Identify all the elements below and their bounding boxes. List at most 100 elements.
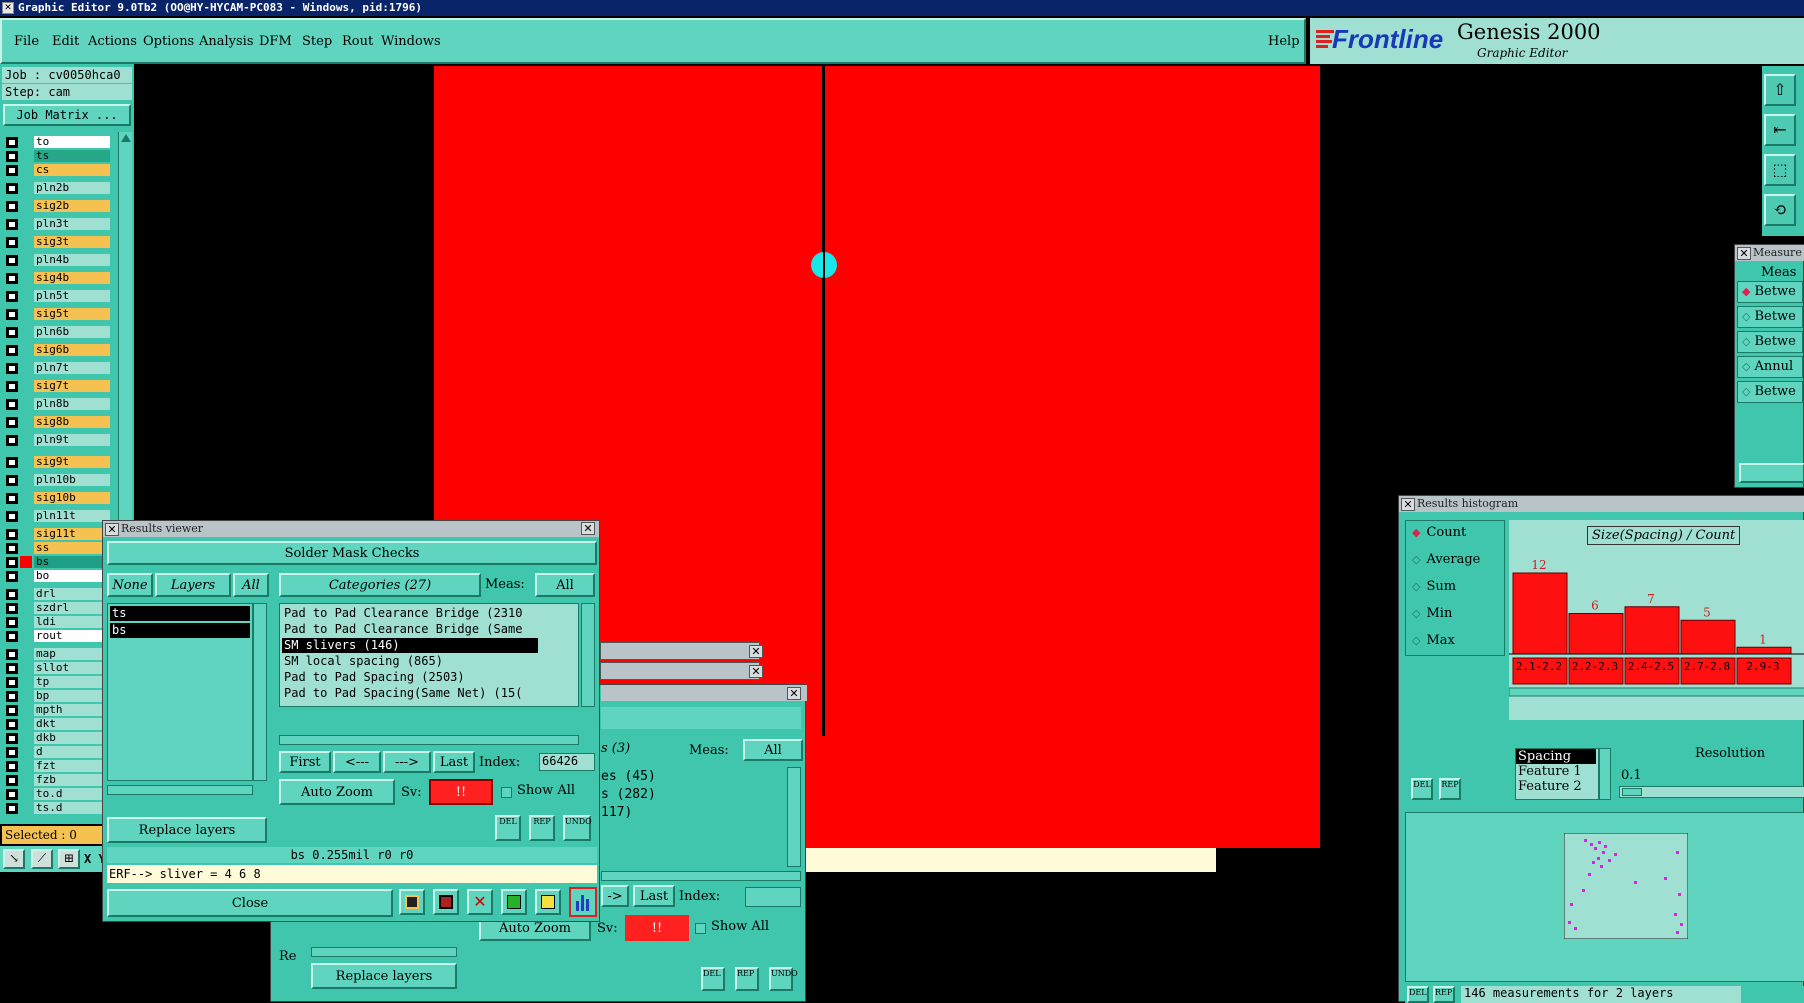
grid-tool-icon[interactable]: ⊞ <box>58 849 80 869</box>
layer-checkbox[interactable] <box>6 363 18 374</box>
measure-option[interactable]: ◇ Betwe <box>1737 331 1803 353</box>
layers-vscroll[interactable] <box>253 603 267 781</box>
layer-checkbox[interactable] <box>6 571 18 582</box>
back-prev-tail[interactable]: -> <box>601 885 629 907</box>
layer-checkbox[interactable] <box>6 273 18 284</box>
list-scrollbar[interactable] <box>1599 748 1611 800</box>
layer-checkbox[interactable] <box>6 803 18 814</box>
menu-edit[interactable]: Edit <box>52 34 79 49</box>
menu-options[interactable]: Options <box>143 34 194 49</box>
layer-checkbox[interactable] <box>6 705 18 716</box>
layers-listbox[interactable]: ts bs <box>107 603 253 781</box>
histogram-option[interactable]: ◆ Count <box>1412 525 1466 540</box>
back-del-icon[interactable]: DEL <box>701 967 725 991</box>
layer-checkbox[interactable] <box>6 719 18 730</box>
list-item-spacing[interactable]: Spacing <box>1516 749 1596 764</box>
refresh-icon[interactable] <box>501 889 527 915</box>
job-matrix-button[interactable]: Job Matrix ... <box>3 104 131 126</box>
layer-checkbox[interactable] <box>6 649 18 660</box>
layer-checkbox[interactable] <box>6 691 18 702</box>
category-item[interactable]: Pad to Pad Spacing (2503) <box>282 670 538 685</box>
category-item[interactable]: SM slivers (146) <box>282 638 538 653</box>
fit-screen-icon[interactable]: ⬚ <box>1764 154 1796 186</box>
layer-checkbox[interactable] <box>6 151 18 162</box>
layer-checkbox[interactable] <box>6 493 18 504</box>
menu-windows[interactable]: Windows <box>381 34 441 49</box>
back-categories-tail[interactable]: s (3) <box>601 741 657 761</box>
layer-checkbox[interactable] <box>6 457 18 468</box>
layer-checkbox[interactable] <box>6 399 18 410</box>
histogram-option[interactable]: ◇ Sum <box>1412 579 1456 594</box>
back-hscroll-2[interactable] <box>311 947 457 957</box>
layer-checkbox[interactable] <box>6 631 18 642</box>
histogram-icon[interactable] <box>569 887 597 917</box>
layer-checkbox[interactable] <box>6 789 18 800</box>
histogram-option[interactable]: ◇ Min <box>1412 606 1452 621</box>
menu-help[interactable]: Help <box>1268 34 1300 49</box>
board-icon[interactable] <box>399 889 425 915</box>
category-item[interactable]: Pad to Pad Clearance Bridge (Same <box>282 622 538 637</box>
histogram-bar[interactable] <box>1568 613 1624 655</box>
back-replace-layers[interactable]: Replace layers <box>311 963 457 989</box>
menu-rout[interactable]: Rout <box>342 34 373 49</box>
prev-button[interactable]: <--- <box>333 751 381 773</box>
layer-checkbox[interactable] <box>6 617 18 628</box>
categories-button[interactable]: Categories (27) <box>279 573 481 597</box>
sv-select[interactable]: !! <box>429 779 493 805</box>
histogram-bar[interactable] <box>1680 619 1736 655</box>
resolution-slider[interactable] <box>1619 786 1804 798</box>
replace-layers-button[interactable]: Replace layers <box>107 817 267 843</box>
histogram-option[interactable]: ◇ Max <box>1412 633 1455 648</box>
categories-hscroll[interactable] <box>279 735 579 745</box>
layer-checkbox[interactable] <box>6 137 18 148</box>
histogram-rep-icon[interactable]: REP <box>1439 778 1461 800</box>
menu-step[interactable]: Step <box>302 34 332 49</box>
report-icon[interactable] <box>535 889 561 915</box>
back-sv-select[interactable]: !! <box>625 915 689 941</box>
categories-listbox[interactable]: Pad to Pad Clearance Bridge (2310 Pad to … <box>279 603 579 707</box>
del-icon[interactable]: DEL <box>495 815 521 841</box>
redraw-icon[interactable]: ⟲ <box>1764 194 1796 226</box>
layers-button[interactable]: Layers <box>155 573 231 597</box>
back-close-icon[interactable]: ✕ <box>787 687 801 700</box>
layer-checkbox[interactable] <box>6 603 18 614</box>
measure-option[interactable]: ◇ Betwe <box>1737 306 1803 328</box>
layers-hscroll[interactable] <box>107 785 253 795</box>
meas-select[interactable]: All <box>535 573 595 597</box>
back-index-input[interactable] <box>745 887 801 907</box>
clear-icon[interactable]: ✕ <box>467 889 493 915</box>
back-list-scrollbar[interactable] <box>787 767 801 867</box>
layer-checkbox[interactable] <box>6 747 18 758</box>
auto-zoom-button[interactable]: Auto Zoom <box>279 779 395 805</box>
measure-option[interactable]: ◆ Betwe <box>1737 281 1803 303</box>
list-item-feature-1[interactable]: Feature 1 <box>1516 764 1598 779</box>
layer-checkbox[interactable] <box>6 255 18 266</box>
layer-checkbox[interactable] <box>6 761 18 772</box>
undo-icon[interactable]: UNDO <box>563 815 592 841</box>
status-rep-icon[interactable]: REP <box>1433 986 1455 1003</box>
layer-checkbox[interactable] <box>6 435 18 446</box>
back-last-button[interactable]: Last <box>633 885 675 907</box>
menu-analysis[interactable]: Analysis <box>199 34 254 49</box>
layer-checkbox[interactable] <box>6 345 18 356</box>
index-input[interactable]: 66426 <box>539 753 595 771</box>
back-meas-select[interactable]: All <box>743 739 803 761</box>
rep-icon[interactable]: REP <box>529 815 555 841</box>
layer-list-item-ts[interactable]: ts <box>110 606 250 621</box>
chart-hscroll[interactable] <box>1509 687 1804 697</box>
measure-tool-icon[interactable]: ⟋ <box>31 849 53 869</box>
list-item-feature-2[interactable]: Feature 2 <box>1516 779 1598 794</box>
layer-checkbox[interactable] <box>6 183 18 194</box>
measure-option[interactable]: ◇ Betwe <box>1737 381 1803 403</box>
layer-checkbox[interactable] <box>6 677 18 688</box>
category-item[interactable]: Pad to Pad Spacing(Same Net) (15( <box>282 686 538 701</box>
zoom-home-icon[interactable]: ⇧ <box>1764 74 1796 106</box>
next-button[interactable]: ---> <box>383 751 431 773</box>
pan-icon[interactable]: ⇤ <box>1764 114 1796 146</box>
layer-checkbox[interactable] <box>6 557 18 568</box>
back-cat-item-2[interactable]: s (282) <box>601 787 656 802</box>
layer-checkbox[interactable] <box>6 733 18 744</box>
layer-checkbox[interactable] <box>6 165 18 176</box>
select-tool-icon[interactable]: ↘ <box>3 849 25 869</box>
show-all-checkbox[interactable] <box>501 787 512 798</box>
